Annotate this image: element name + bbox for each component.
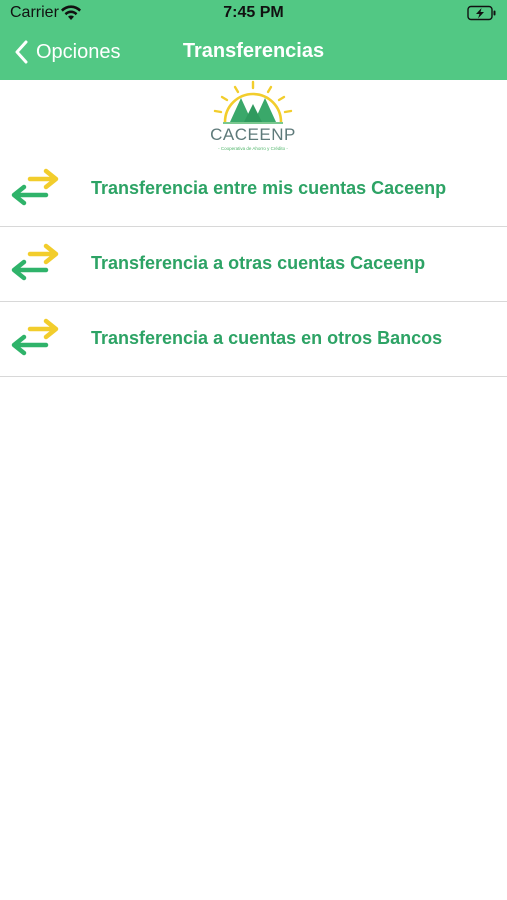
screen: Carrier 7:45 PM Opciones Transferencias xyxy=(0,0,507,900)
status-bar: Carrier 7:45 PM xyxy=(0,0,507,28)
list-item-transfer-other-banks[interactable]: Transferencia a cuentas en otros Bancos xyxy=(0,302,507,377)
transfer-arrows-icon xyxy=(11,243,59,281)
list-item-label: Transferencia a otras cuentas Caceenp xyxy=(91,253,426,273)
logo-subtitle: - Cooperativa de Ahorro y Crédito - xyxy=(218,146,288,151)
list-item-transfer-own-accounts[interactable]: Transferencia entre mis cuentas Caceenp xyxy=(0,152,507,227)
transfer-options-list: Transferencia entre mis cuentas Caceenp … xyxy=(0,152,507,377)
list-item-label: Transferencia a cuentas en otros Bancos xyxy=(91,328,443,348)
header-bar: Carrier 7:45 PM Opciones Transferencias xyxy=(0,0,507,80)
page-title: Transferencias xyxy=(182,40,325,62)
caceenp-logo: CACEENP - Cooperativa de Ahorro y Crédit… xyxy=(205,80,301,158)
list-item-label: Transferencia entre mis cuentas Caceenp xyxy=(91,178,447,198)
list-item-transfer-other-caceenp[interactable]: Transferencia a otras cuentas Caceenp xyxy=(0,227,507,302)
transfer-arrows-icon xyxy=(11,168,59,206)
navigation-bar: Opciones Transferencias xyxy=(0,30,507,74)
status-time: 7:45 PM xyxy=(223,4,284,21)
logo-name: CACEENP xyxy=(210,125,296,144)
transfer-arrows-icon xyxy=(11,318,59,356)
battery-charging-icon xyxy=(467,5,496,21)
